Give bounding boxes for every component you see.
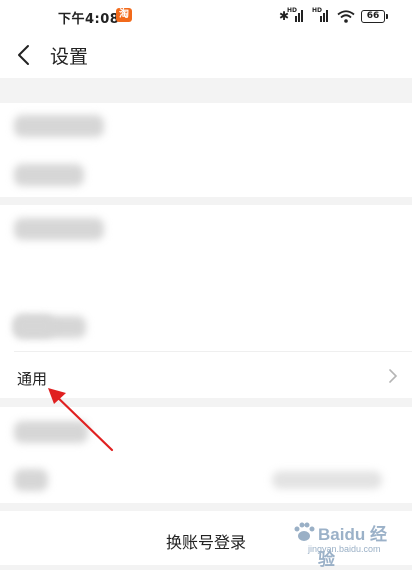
- watermark-url: jingyan.baidu.com: [308, 544, 381, 554]
- page-title: 设置: [50, 46, 89, 68]
- baidu-paw-icon: [294, 522, 315, 541]
- signal-icon-2: HD: [312, 7, 331, 22]
- settings-row-blurred-7[interactable]: [0, 455, 412, 503]
- status-bar: 下午4:08 淘 ✱ HD HD 66: [0, 0, 412, 32]
- hd-label: HD: [287, 7, 298, 14]
- settings-row-blurred-5[interactable]: [0, 301, 412, 349]
- chevron-right-icon: [389, 369, 398, 383]
- settings-row-blurred-2[interactable]: [0, 150, 412, 197]
- settings-row-blurred-1[interactable]: [0, 103, 412, 150]
- signal-icon-1: HD: [287, 7, 306, 22]
- settings-row-blurred-3[interactable]: [0, 205, 412, 253]
- baidu-watermark: Baidu 经验 jingyan.baidu.com: [292, 518, 402, 569]
- battery-level: 66: [361, 9, 385, 23]
- battery-icon: 66: [361, 9, 388, 23]
- settings-group-1: [0, 103, 412, 197]
- status-indicators: ✱ HD HD 66: [279, 7, 388, 24]
- taobao-notification-icon: 淘: [116, 8, 132, 22]
- nav-bar: 设置: [0, 32, 412, 78]
- hd-label: HD: [312, 7, 323, 14]
- settings-group-2: 通用: [0, 205, 412, 398]
- wifi-icon: [337, 9, 355, 23]
- annotation-arrow-icon: [48, 388, 114, 452]
- status-time: 下午4:08: [58, 12, 120, 27]
- settings-row-blurred-4[interactable]: [0, 253, 412, 338]
- back-arrow-icon[interactable]: [14, 43, 36, 67]
